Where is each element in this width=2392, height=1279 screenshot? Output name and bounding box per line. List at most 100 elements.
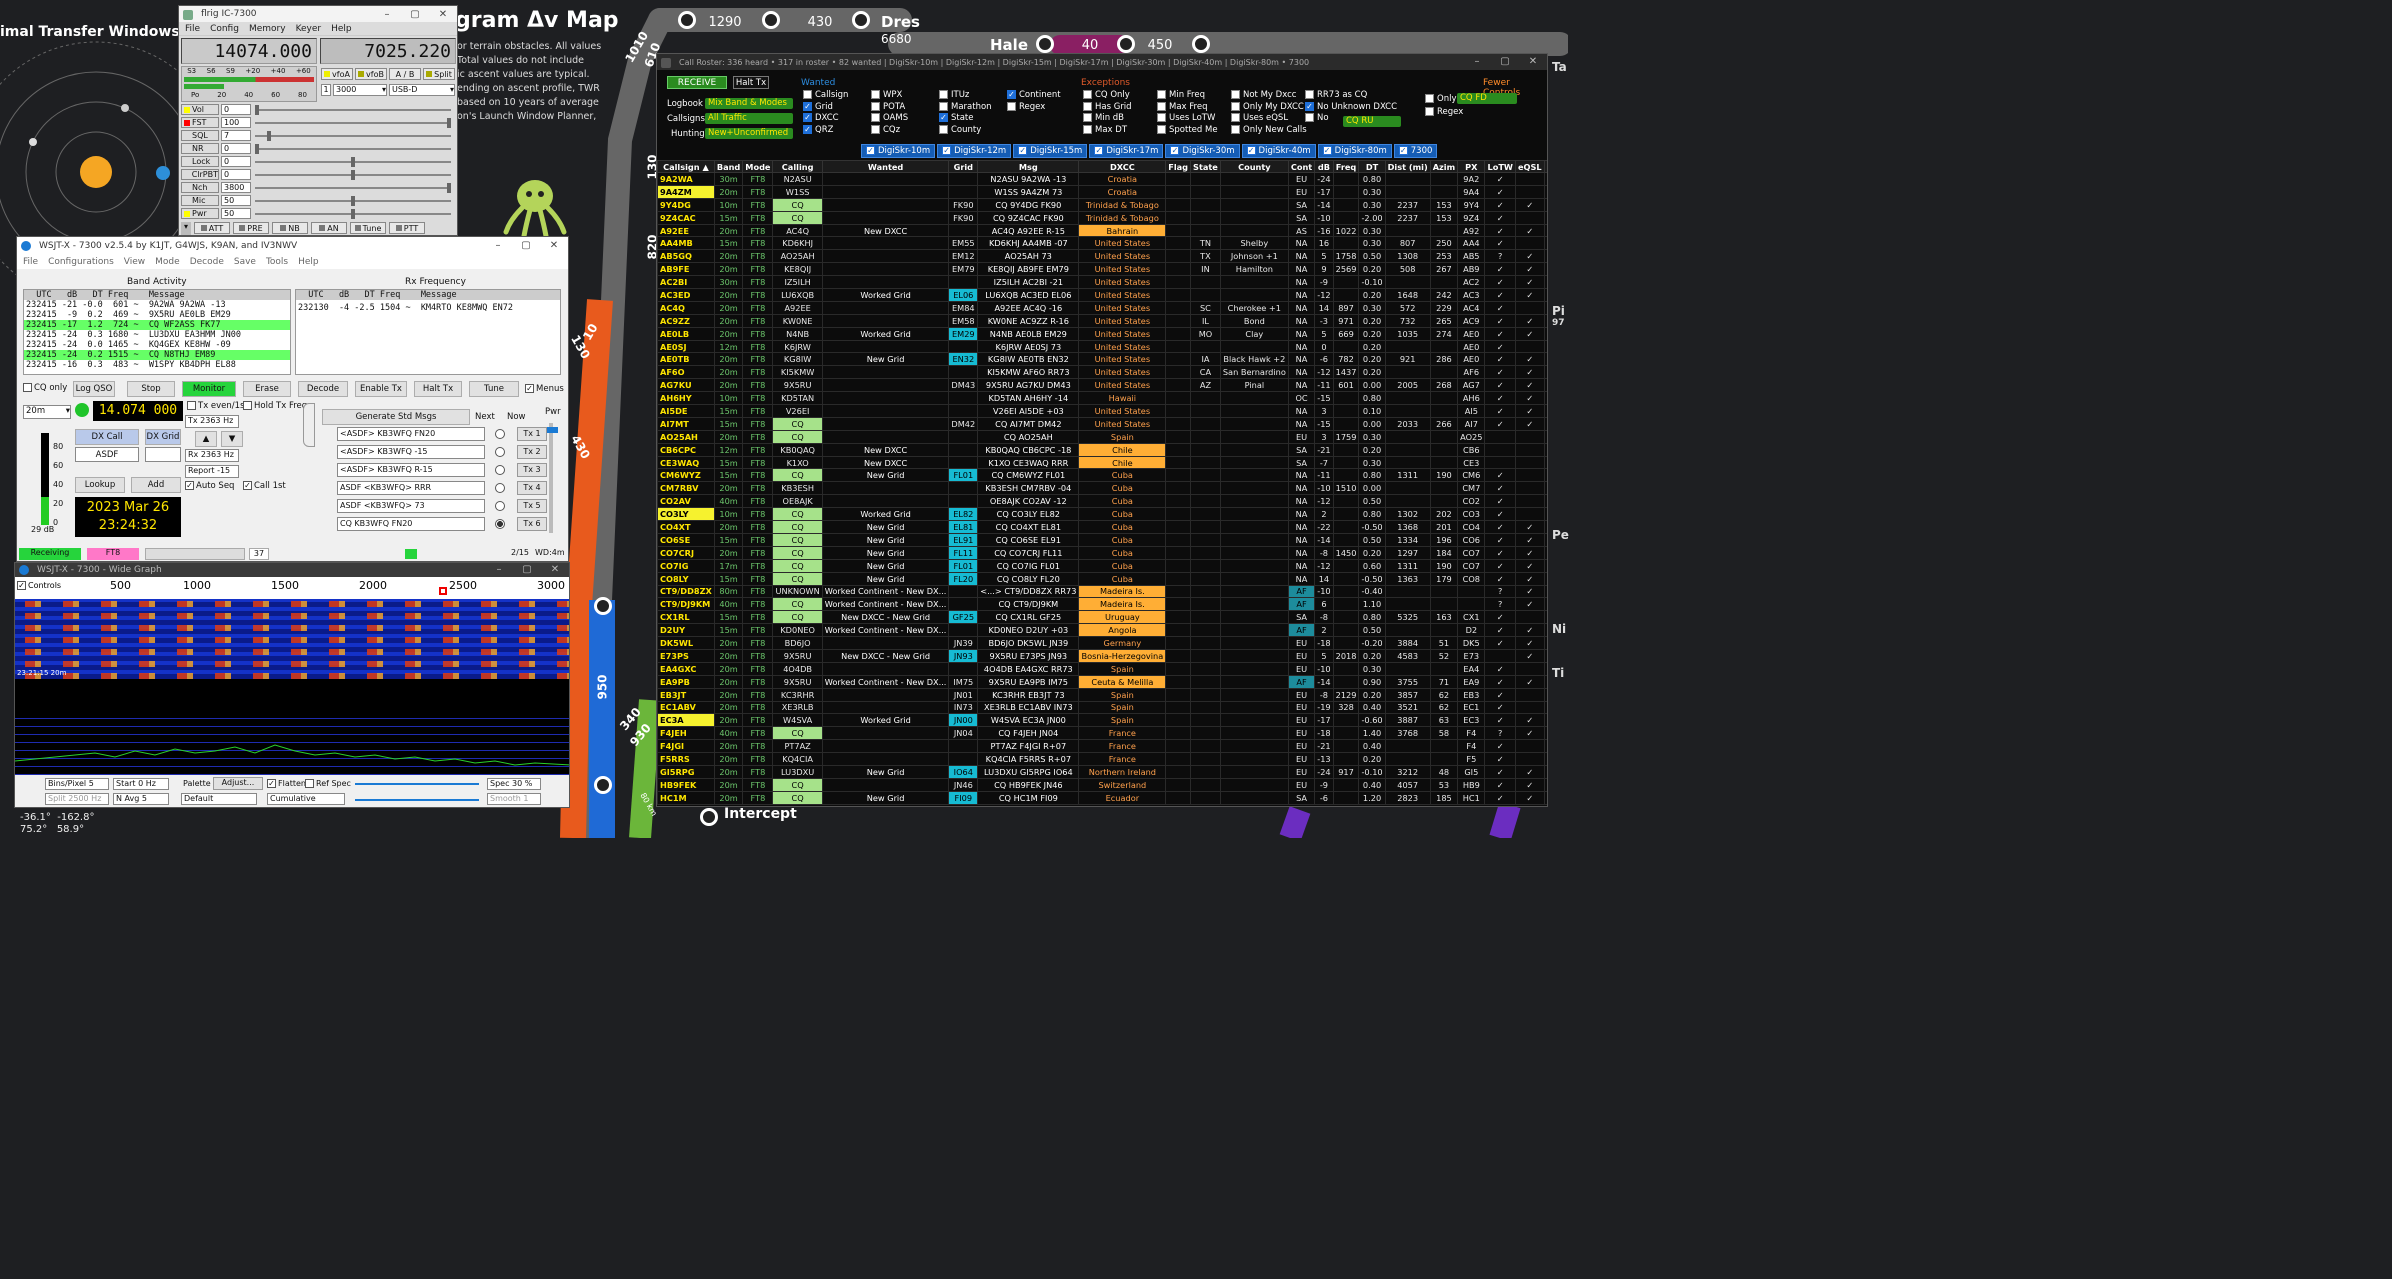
flrig-titlebar[interactable]: flrig IC-7300 – ▢ ✕ (179, 6, 457, 22)
close-icon[interactable]: ✕ (1519, 54, 1547, 70)
enable-tx-button[interactable]: Enable Tx (355, 381, 407, 397)
flrig-toggle-clrpbt[interactable]: ClrPBT (181, 169, 219, 180)
vfoa-button[interactable]: vfoA (321, 68, 353, 80)
table-row[interactable]: EC3A 20m FT8 W4SVA Worked Grid JN00 W4SVA EC3A… (657, 713, 1547, 728)
table-row[interactable]: EC1ABV 20m FT8 XE3RLB IN73 XE3RLB EC1ABV IN73… (657, 700, 1547, 715)
table-row[interactable]: 9Y4DG 10m FT8 CQ FK90 CQ 9Y4DG FK90 Trinidad &… (657, 197, 1547, 212)
cq-only-checkbox[interactable]: CQ only (23, 383, 67, 393)
tx-message-1[interactable]: <ASDF> KB3WFQ FN20 (337, 427, 485, 441)
generate-std-msgs-button[interactable]: Generate Std Msgs (322, 409, 470, 425)
band-select[interactable]: 20m ▾ (23, 405, 71, 419)
tab-digiskr-12m[interactable]: ✓ DigiSkr-12m (937, 144, 1012, 158)
table-row[interactable]: 9Z4CAC 15m FT8 CQ FK90 CQ 9Z4CAC FK90 Trinidad… (657, 210, 1547, 225)
flrig-toggle-vol[interactable]: Vol (181, 104, 219, 115)
tx-message-6[interactable]: CQ KB3WFQ FN20 (337, 517, 485, 531)
table-row[interactable]: AC2BI 30m FT8 IZ5ILH IZ5ILH AC2BI -21 United … (657, 275, 1547, 290)
column-header-lotw[interactable]: LoTW (1484, 160, 1516, 173)
waterfall[interactable]: 23:21:15 20m (15, 599, 569, 679)
maximize-icon[interactable]: ▢ (513, 563, 541, 577)
menu-file[interactable]: File (185, 24, 200, 34)
slider-knob[interactable] (447, 118, 451, 128)
menu-config[interactable]: Config (210, 24, 239, 34)
spectrum-mode-select[interactable]: Cumulative (267, 793, 345, 805)
table-row[interactable]: GI5RPG 20m FT8 LU3DXU New Grid IO64 LU3DXU GI5… (657, 764, 1547, 779)
split-button[interactable]: Split (423, 68, 455, 80)
minimize-icon[interactable]: – (484, 237, 512, 255)
table-row[interactable]: 9A4ZM 20m FT8 W1SS W1SS 9A4ZM 73 Croatia EU -17… (657, 184, 1547, 199)
table-row[interactable]: HC1M 20m FT8 CQ New Grid FI09 CQ HC1M FI09 Ecua… (657, 790, 1547, 805)
menu-item[interactable]: Mode (155, 257, 180, 267)
not-my-dxcc-checkbox[interactable]: Not My Dxcc (1231, 90, 1296, 100)
column-header-mode[interactable]: Mode (742, 160, 774, 173)
rr73-as-cq-checkbox[interactable]: RR73 as CQ (1305, 90, 1367, 100)
next-radio-5[interactable] (495, 501, 505, 511)
pre-button[interactable]: PRE (233, 222, 269, 234)
row-value[interactable]: 0 (221, 104, 251, 115)
column-header-callsign[interactable]: Callsign ▲ (657, 160, 715, 173)
tx-now-button-5[interactable]: Tx 5 (517, 499, 547, 513)
table-row[interactable]: AB9FE 20m FT8 KE8QIJ EM79 KE8QIJ AB9FE EM79 Un… (657, 262, 1547, 277)
decode-line[interactable]: 232415 -24 0.0 1465 ~ KQ4GEX KE8HW -09 (24, 340, 290, 350)
up-arrow-button[interactable]: ▲ (195, 431, 217, 447)
close-icon[interactable]: ✕ (429, 6, 457, 24)
next-radio-6[interactable] (495, 519, 505, 529)
no-checkbox[interactable]: No (1305, 113, 1329, 123)
column-header-dxcc[interactable]: DXCC (1078, 160, 1167, 173)
column-header-grid[interactable]: Grid (948, 160, 979, 173)
close-icon[interactable]: ✕ (541, 563, 569, 577)
tab-digiskr-30m[interactable]: ✓ DigiSkr-30m (1165, 144, 1240, 158)
table-row[interactable]: CO3LY 10m FT8 CQ Worked Grid EL82 CQ CO3LY EL8… (657, 507, 1547, 522)
regex-checkbox[interactable]: Regex (1007, 101, 1045, 112)
max-freq-checkbox[interactable]: Max Freq (1157, 101, 1207, 112)
tx-message-5[interactable]: ASDF <KB3WFQ> 73 (337, 499, 485, 513)
table-row[interactable]: CM7RBV 20m FT8 KB3ESH KB3ESH CM7RBV -04 Cuba N… (657, 481, 1547, 496)
tx-message-4[interactable]: ASDF <KB3WFQ> RRR (337, 481, 485, 495)
close-icon[interactable]: ✕ (540, 237, 568, 255)
county-checkbox[interactable]: County (939, 124, 981, 135)
split-spinner[interactable]: Split 2500 Hz (45, 793, 109, 805)
flatten-checkbox[interactable]: ✓ Flatten (267, 779, 306, 788)
cq-only-checkbox[interactable]: CQ Only (1083, 90, 1130, 100)
menu-item[interactable]: Decode (190, 257, 224, 267)
has-grid-checkbox[interactable]: Has Grid (1083, 101, 1132, 112)
bins-spinner[interactable]: Bins/Pixel 5 (45, 778, 109, 790)
row-value[interactable]: 50 (221, 195, 251, 206)
log-qso-button[interactable]: Log QSO (73, 381, 115, 397)
hunting-select[interactable]: New+Unconfirmed (705, 128, 793, 139)
tx-now-button-6[interactable]: Tx 6 (517, 517, 547, 531)
table-row[interactable]: CX1RL 15m FT8 CQ New DXCC - New Grid GF25 CQ C… (657, 610, 1547, 625)
tx-now-button-3[interactable]: Tx 3 (517, 463, 547, 477)
slider-knob[interactable] (351, 196, 355, 206)
row-value[interactable]: 100 (221, 117, 251, 128)
no-unknown-dxcc-checkbox[interactable]: ✓ No Unknown DXCC (1305, 101, 1397, 112)
adjust-button[interactable]: Adjust... (213, 777, 263, 790)
tx-now-button-2[interactable]: Tx 2 (517, 445, 547, 459)
table-row[interactable]: CT9/DJ9KM 40m FT8 CQ Worked Continent - New … (657, 597, 1547, 612)
table-row[interactable]: CB6CPC 12m FT8 KB0QAQ New DXCC KB0QAQ CB6CPC … (657, 442, 1547, 457)
tab-digiskr-40m[interactable]: ✓ DigiSkr-40m (1241, 144, 1316, 158)
decode-line[interactable]: 232415 -9 0.2 469 ~ 9X5RU AE0LB EM29 (24, 310, 290, 320)
hold-tx-checkbox[interactable]: Hold Tx Freq (243, 401, 307, 411)
decode-button[interactable]: Decode (298, 381, 348, 397)
auto-seq-checkbox[interactable]: ✓ Auto Seq (185, 481, 234, 491)
column-header-band[interactable]: Band (713, 160, 744, 173)
slider-knob[interactable] (351, 157, 355, 167)
table-row[interactable]: D2UY 15m FT8 KD0NEO Worked Continent - New D… (657, 623, 1547, 638)
tab-digiskr-15m[interactable]: ✓ DigiSkr-15m (1013, 144, 1088, 158)
decode-line[interactable]: 232415 -16 0.3 483 ~ W1SPY KB4DPH EL88 (24, 360, 290, 370)
state-checkbox[interactable]: ✓ State (939, 113, 974, 123)
slider-track[interactable] (255, 122, 451, 124)
nb-button[interactable]: NB (272, 222, 308, 234)
smooth-spinner[interactable]: Smooth 1 (487, 793, 541, 805)
oams-checkbox[interactable]: OAMS (871, 113, 908, 123)
controls-checkbox[interactable]: ✓ Controls (17, 581, 61, 590)
slider-knob[interactable] (255, 144, 259, 154)
decode-line[interactable]: 232415 -24 0.3 1680 ~ LU3DXU EA3HMM JN00 (24, 330, 290, 340)
table-row[interactable]: AI7MT 15m FT8 CQ DM42 CQ AI7MT DM42 United Sta… (657, 416, 1547, 431)
table-row[interactable]: CO2AV 40m FT8 OE8AJK OE8AJK CO2AV -12 Cuba NA -… (657, 494, 1547, 509)
pota-checkbox[interactable]: POTA (871, 101, 905, 112)
menu-memory[interactable]: Memory (249, 24, 286, 34)
vfo-a-frequency[interactable]: 14074.000 (181, 38, 317, 64)
table-row[interactable]: CT9/DD8ZX 80m FT8 UNKNOWN Worked Continent -… (657, 584, 1547, 599)
tx-now-button-4[interactable]: Tx 4 (517, 481, 547, 495)
